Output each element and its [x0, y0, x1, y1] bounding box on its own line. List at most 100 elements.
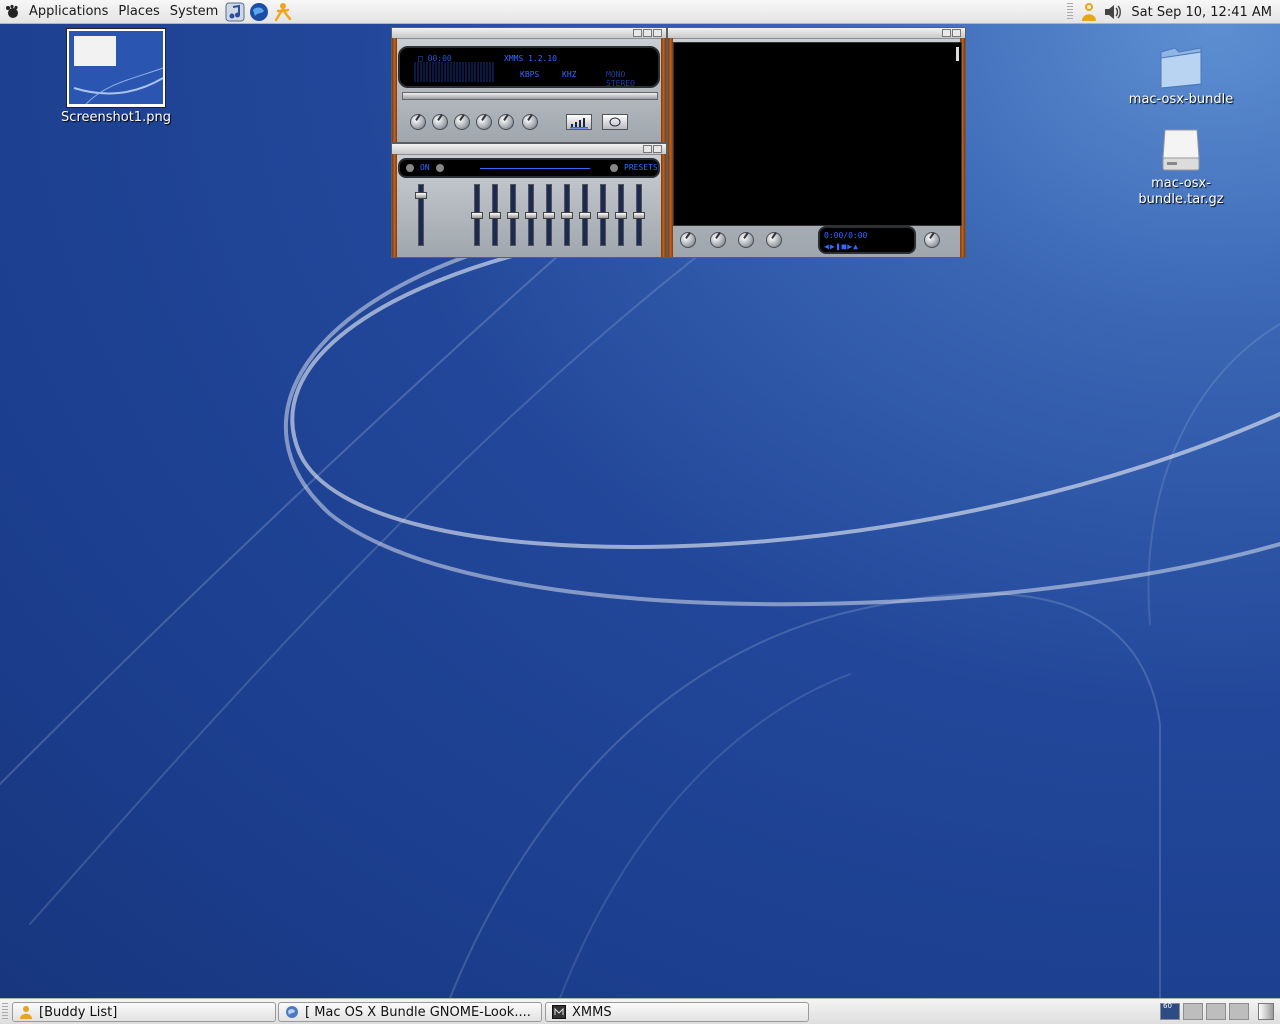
balance-button[interactable] — [602, 114, 628, 130]
mini-transport-controls[interactable]: ◀▶❚■▶▲ — [824, 242, 859, 251]
music-player-icon[interactable] — [225, 2, 245, 22]
mono-stereo-label: MONO STEREO — [606, 70, 635, 88]
desktop-icon-screenshot[interactable]: Screenshot1.png — [56, 28, 176, 126]
taskbar-item-label: [ Mac OS X Bundle GNOME-Look.... — [305, 1004, 531, 1020]
play-button[interactable] — [432, 114, 448, 130]
close-button[interactable] — [653, 29, 662, 37]
playlist-add-button[interactable] — [680, 232, 696, 248]
xmms-titlebar[interactable] — [392, 28, 666, 39]
presets-toggle[interactable] — [610, 164, 618, 172]
playlist-titlebar[interactable] — [668, 28, 965, 39]
show-desktop-icon[interactable] — [1258, 1003, 1274, 1020]
playlist-list[interactable] — [673, 42, 962, 226]
xmms-playlist-window[interactable]: 0:00/0:00 ◀▶❚■▶▲ — [667, 27, 966, 258]
volume-icon[interactable] — [1103, 2, 1123, 22]
clock[interactable]: Sat Sep 10, 12:41 AM — [1125, 5, 1280, 20]
desktop-icon-folder[interactable]: mac-osx-bundle — [1125, 44, 1237, 108]
close-button[interactable] — [952, 29, 961, 37]
eq-auto-toggle[interactable] — [436, 164, 444, 172]
volume-bars-button[interactable] — [566, 114, 592, 130]
khz-label: KHZ — [562, 70, 577, 79]
desktop-icon-label: mac-osx-bundle — [1128, 92, 1234, 107]
wood-trim — [392, 154, 397, 257]
taskbar-item-buddy-list[interactable]: [Buddy List] — [12, 1002, 276, 1022]
pause-button[interactable] — [454, 114, 470, 130]
eq-band-slider-8-thumb[interactable] — [597, 211, 609, 219]
eq-band-slider-3-thumb[interactable] — [507, 211, 519, 219]
places-menu[interactable]: Places — [113, 0, 164, 24]
desktop-icon-label: Screenshot1.png — [61, 110, 171, 125]
top-panel-tray: Sat Sep 10, 12:41 AM — [1063, 0, 1280, 24]
eq-band-slider-4-thumb[interactable] — [525, 211, 537, 219]
eq-band-slider-7-thumb[interactable] — [579, 211, 591, 219]
eq-band-slider-5-thumb[interactable] — [543, 211, 555, 219]
buddy-icon — [19, 1005, 33, 1019]
shade-button[interactable] — [643, 145, 652, 153]
eq-band-slider-1-thumb[interactable] — [471, 211, 483, 219]
bottom-panel: [Buddy List] [ Mac OS X Bundle GNOME-Loo… — [0, 998, 1280, 1024]
taskbar-item-label: XMMS — [572, 1004, 612, 1020]
workspace-1[interactable]: 60 — [1160, 1002, 1180, 1020]
eq-band-slider-6-thumb[interactable] — [561, 211, 573, 219]
spectrum-analyzer — [414, 62, 494, 82]
xmms-display: □ 00:00 XMMS 1.2.10 KBPS KHZ MONO STEREO — [398, 46, 660, 88]
folder-icon — [1160, 47, 1202, 89]
panel-grip[interactable] — [1067, 3, 1074, 21]
gnome-foot-icon[interactable] — [2, 2, 22, 22]
position-slider[interactable] — [402, 92, 658, 100]
eq-on-label: ON — [420, 163, 430, 172]
eq-curve-graph — [480, 168, 590, 169]
desktop-icon-archive[interactable]: mac-osx-bundle.tar.gz — [1125, 126, 1237, 208]
kbps-label: KBPS — [520, 70, 540, 79]
xmms-icon — [552, 1005, 566, 1019]
playlist-time: 0:00/0:00 — [824, 231, 868, 240]
wood-trim — [392, 38, 397, 142]
equalizer-titlebar[interactable] — [392, 144, 666, 155]
xmms-main-window[interactable]: □ 00:00 XMMS 1.2.10 KBPS KHZ MONO STEREO — [391, 27, 667, 143]
buddy-icon[interactable] — [1079, 2, 1099, 22]
eq-on-toggle[interactable] — [406, 164, 414, 172]
stop-button[interactable] — [476, 114, 492, 130]
workspace-3[interactable] — [1206, 1003, 1226, 1020]
top-panel: Applications Places System Sat Sep 10, 1… — [0, 0, 1280, 24]
eq-band-slider-10-thumb[interactable] — [633, 211, 645, 219]
volume-bars-icon — [570, 118, 588, 129]
wood-trim — [661, 154, 666, 257]
playlist-mini-display: 0:00/0:00 ◀▶❚■▶▲ — [818, 226, 916, 254]
close-button[interactable] — [653, 145, 662, 153]
system-menu[interactable]: System — [165, 0, 223, 24]
song-title: XMMS 1.2.10 — [504, 54, 557, 63]
previous-button[interactable] — [410, 114, 426, 130]
shade-button[interactable] — [942, 29, 951, 37]
playlist-select-button[interactable] — [738, 232, 754, 248]
workspace-2[interactable] — [1183, 1003, 1203, 1020]
next-button[interactable] — [498, 114, 514, 130]
taskbar-item-xmms[interactable]: XMMS — [545, 1002, 809, 1022]
globe-icon — [285, 1005, 299, 1019]
minimize-button[interactable] — [633, 29, 642, 37]
equalizer-header: ON PRESETS — [398, 158, 660, 178]
eq-band-slider-2-thumb[interactable] — [489, 211, 501, 219]
eq-band-slider-9-thumb[interactable] — [615, 211, 627, 219]
xmms-equalizer-window[interactable]: ON PRESETS — [391, 143, 667, 258]
playlist-scrollbar[interactable] — [956, 47, 959, 61]
web-browser-icon[interactable] — [249, 2, 269, 22]
wood-trim — [661, 38, 666, 142]
taskbar-item-browser[interactable]: [ Mac OS X Bundle GNOME-Look.... — [278, 1002, 542, 1022]
applications-menu[interactable]: Applications — [24, 0, 113, 24]
panel-grip[interactable] — [2, 1003, 8, 1021]
playlist-remove-button[interactable] — [710, 232, 726, 248]
balance-icon — [609, 117, 621, 127]
workspace-4[interactable] — [1229, 1003, 1249, 1020]
shade-button[interactable] — [643, 29, 652, 37]
desktop-icon-label: mac-osx-bundle.tar.gz — [1138, 176, 1224, 207]
taskbar-item-label: [Buddy List] — [39, 1004, 118, 1020]
playlist-list-button[interactable] — [924, 232, 940, 248]
eq-preamp-slider-thumb[interactable] — [415, 192, 427, 200]
eject-button[interactable] — [522, 114, 538, 130]
presets-label: PRESETS — [624, 163, 658, 172]
workspace-label: 60 — [1163, 1002, 1172, 1010]
playlist-misc-button[interactable] — [766, 232, 782, 248]
drive-icon — [1162, 129, 1200, 171]
aim-icon[interactable] — [273, 2, 293, 22]
